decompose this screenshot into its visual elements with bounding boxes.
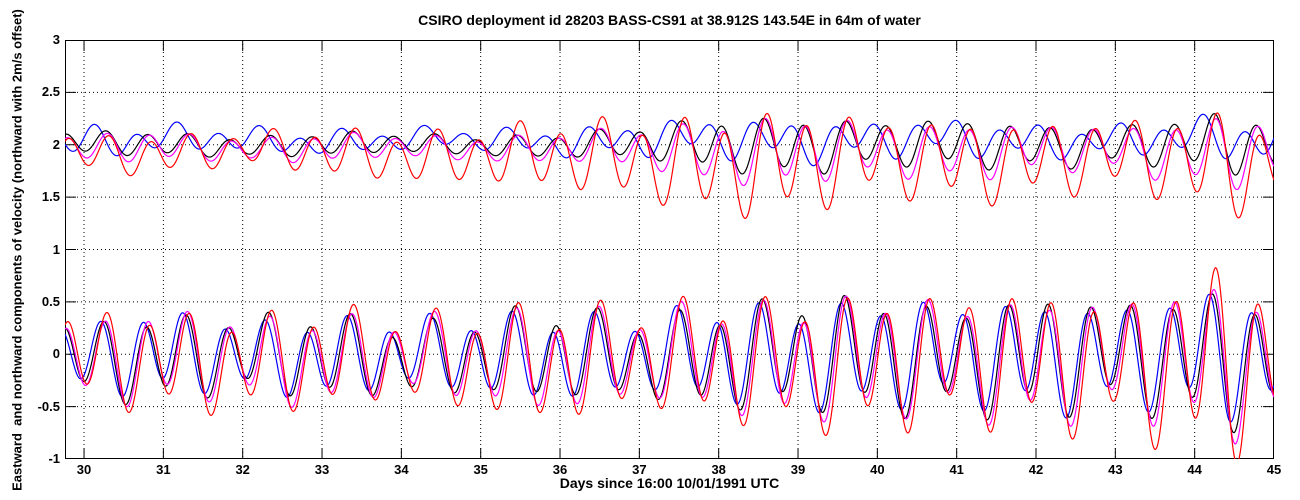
x-axis-label: Days since 16:00 10/01/1991 UTC bbox=[559, 475, 780, 491]
x-tick-label: 33 bbox=[314, 462, 330, 477]
x-tick-label: 35 bbox=[473, 462, 488, 477]
x-tick-label: 32 bbox=[235, 462, 250, 477]
y-tick-label: 1 bbox=[52, 241, 60, 257]
x-tick-label: 30 bbox=[76, 462, 92, 477]
y-tick-label: 1.5 bbox=[41, 189, 60, 205]
chart-title: CSIRO deployment id 28203 BASS-CS91 at 3… bbox=[418, 12, 921, 28]
x-tick-label: 43 bbox=[1108, 462, 1123, 477]
y-tick-label: 0 bbox=[52, 346, 60, 362]
x-tick-label: 37 bbox=[632, 462, 647, 477]
y-tick-label: -0.5 bbox=[37, 398, 60, 414]
series-line-northward-red bbox=[65, 112, 1274, 219]
series-line-eastward-red bbox=[65, 267, 1274, 459]
y-tick-label: 2.5 bbox=[41, 84, 60, 100]
y-tick-label: 0.5 bbox=[41, 293, 60, 309]
plot-area bbox=[65, 40, 1274, 459]
x-tick-label: 41 bbox=[949, 462, 964, 477]
x-tick-label: 39 bbox=[790, 462, 806, 477]
series-line-northward-magenta bbox=[65, 117, 1274, 191]
x-tick-label: 36 bbox=[552, 462, 568, 477]
plot-svg bbox=[65, 40, 1274, 459]
series-line-eastward-black bbox=[65, 293, 1274, 434]
x-tick-label: 45 bbox=[1266, 462, 1282, 477]
x-tick-label: 34 bbox=[394, 462, 409, 477]
y-tick-label: 3 bbox=[52, 32, 60, 47]
x-tick-label: 38 bbox=[711, 462, 726, 477]
x-tick-label: 40 bbox=[870, 462, 885, 477]
y-tick-label: 2 bbox=[52, 136, 60, 152]
x-tick-label: 42 bbox=[1028, 462, 1044, 477]
figure-canvas: CSIRO deployment id 28203 BASS-CS91 at 3… bbox=[0, 0, 1300, 500]
x-tick-label: 31 bbox=[156, 462, 171, 477]
y-tick-label: -1 bbox=[48, 451, 60, 466]
x-tick-label: 44 bbox=[1187, 462, 1202, 477]
